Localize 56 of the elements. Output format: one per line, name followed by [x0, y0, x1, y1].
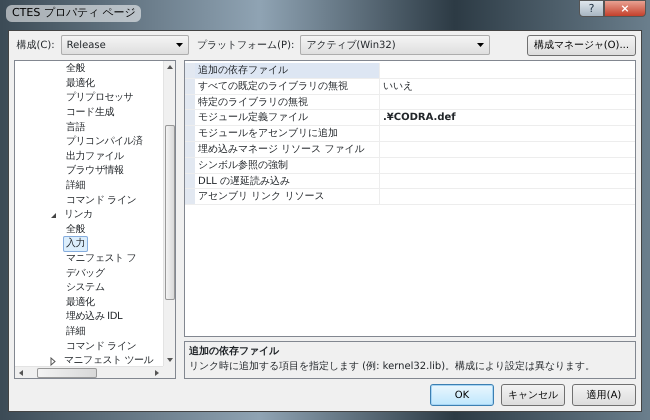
window-title: CTES プロパティ ページ [6, 5, 142, 22]
scroll-right-icon[interactable] [153, 368, 161, 376]
tree-item[interactable]: 最適化 [63, 294, 98, 311]
tree-item[interactable]: 全般 [63, 222, 88, 238]
tree-item[interactable]: コマンド ライン [63, 192, 139, 209]
property-name[interactable]: DLL の遅延読み込み [195, 174, 380, 188]
property-value[interactable]: いいえ [383, 80, 413, 92]
expanded-icon[interactable] [49, 210, 58, 220]
tree-item[interactable]: システム [63, 280, 108, 296]
platform-label: プラットフォーム(P): [197, 38, 294, 52]
collapsed-icon[interactable] [49, 356, 58, 366]
property-name[interactable]: 追加の依存ファイル [195, 63, 380, 78]
scroll-left-icon[interactable] [17, 368, 25, 376]
description-text: リンク時に追加する項目を指定します (例: kernel32.lib)。構成により設定は異なります。 [189, 360, 596, 374]
description-title: 追加の依存ファイル [189, 344, 280, 359]
tree-item[interactable]: マニフェスト フ [63, 251, 139, 268]
property-name[interactable]: シンボル参照の強制 [195, 158, 380, 173]
dialog-button[interactable]: OK [430, 384, 494, 406]
scroll-up-icon[interactable] [166, 63, 174, 71]
property-name[interactable]: モジュールをアセンブリに追加 [195, 126, 380, 141]
property-name[interactable]: すべての既定のライブラリの無視 [195, 78, 380, 94]
scroll-thumb[interactable] [164, 125, 174, 300]
tree-item[interactable]: 最適化 [63, 76, 98, 92]
tree-item[interactable]: 出力ファイル [63, 148, 127, 165]
tree-item[interactable]: 埋め込み IDL [63, 309, 126, 326]
tree-item[interactable]: 詳細 [63, 324, 88, 340]
tree-item[interactable]: プリプロセッサ [63, 90, 136, 106]
dropdown-arrow-icon [477, 43, 484, 47]
property-name[interactable]: 特定のライブラリの無視 [195, 94, 380, 110]
tree-item[interactable]: ブラウザ情報 [63, 163, 127, 180]
tree-item[interactable]: リンカ [61, 207, 96, 224]
property-name[interactable]: アセンブリ リンク リソース [195, 189, 380, 204]
dropdown-arrow-icon [176, 43, 183, 47]
property-value[interactable]: .¥CODRA.def [383, 112, 456, 124]
tree-item[interactable]: 全般 [63, 61, 88, 78]
horizontal-scrollbar[interactable] [15, 366, 163, 378]
scroll-down-icon[interactable] [166, 356, 174, 364]
help-button[interactable]: ? [579, 0, 604, 17]
tree-item[interactable]: 詳細 [63, 178, 88, 194]
property-name[interactable]: 埋め込みマネージ リソース ファイル [195, 142, 380, 157]
tree-item[interactable]: 入力 [63, 236, 88, 252]
config-label: 構成(C): [16, 38, 55, 52]
dialog-button[interactable]: 適用(A) [572, 384, 636, 406]
property-name[interactable]: モジュール定義ファイル [195, 110, 380, 126]
dialog-button[interactable]: キャンセル [501, 384, 565, 406]
scroll-thumb[interactable] [37, 368, 97, 378]
config-manager-button[interactable]: 構成マネージャ(O)... [526, 34, 636, 56]
tree-item[interactable]: コード生成 [63, 105, 118, 122]
tree-item[interactable]: マニフェスト ツール [61, 353, 156, 366]
vertical-scrollbar[interactable] [163, 61, 175, 366]
configuration-dropdown[interactable]: Release [60, 35, 189, 55]
tree-item[interactable]: プリコンパイル済 [63, 134, 146, 150]
tree-item[interactable]: コマンド ライン [63, 338, 139, 355]
platform-dropdown[interactable]: アクティブ(Win32) [300, 35, 490, 55]
tree-item[interactable]: 言語 [63, 120, 88, 136]
tree-item[interactable]: デバッグ [63, 266, 108, 282]
